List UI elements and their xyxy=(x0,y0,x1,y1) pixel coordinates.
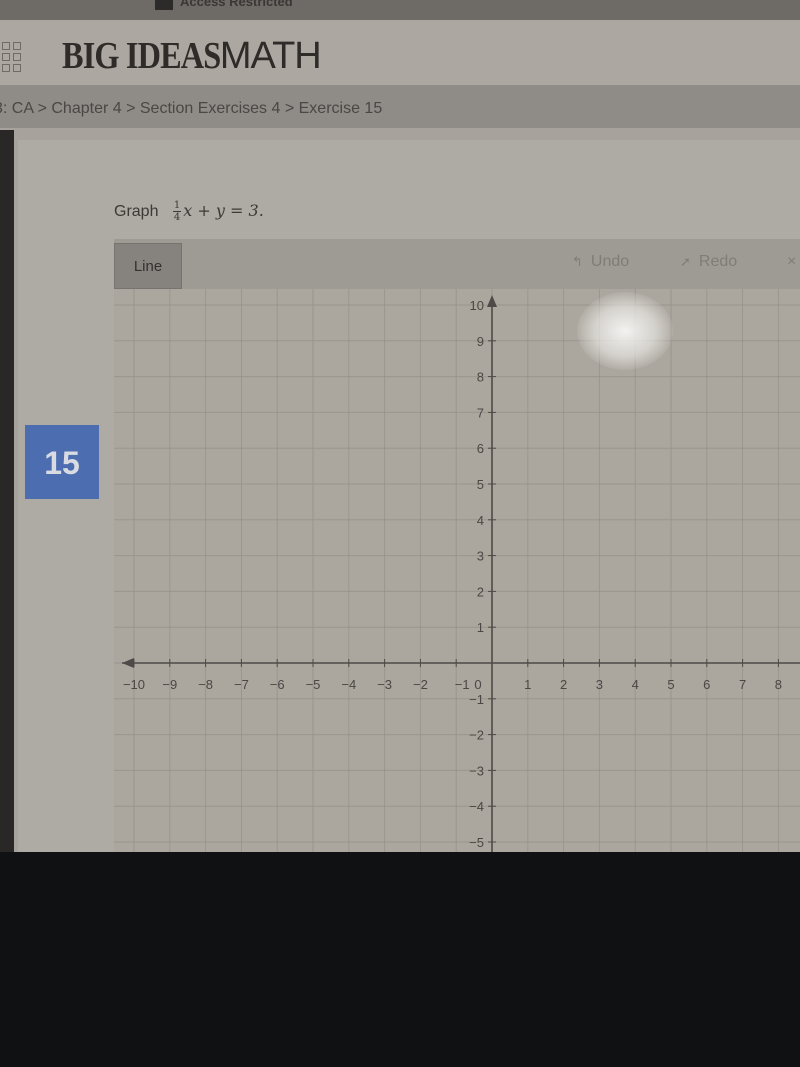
redo-arrow-icon: ➚ xyxy=(680,254,691,269)
equation-rest: x + y = 3. xyxy=(183,201,264,220)
x-tick-label: 8 xyxy=(775,677,782,692)
y-tick-label: 3 xyxy=(477,549,484,564)
x-tick-label: −1 xyxy=(455,677,470,692)
x-tick-label: −2 xyxy=(413,677,428,692)
x-tick-label: 4 xyxy=(632,677,639,692)
exercise-prompt: Graph 1 4 x + y = 3. xyxy=(114,200,264,223)
breadcrumb-item-current: Exercise 15 xyxy=(298,100,383,117)
coordinate-plane[interactable]: −10 −9 −8 −7 −6 −5 −4 −3 −2 −1 0 1 2 3 4 5 6 7 8 −5 −4 −3 −2 −1… xyxy=(114,289,800,852)
prompt-label: Graph xyxy=(114,203,159,220)
y-tick-label: −5 xyxy=(469,835,484,850)
exercise-number-badge: 15 xyxy=(25,425,99,499)
breadcrumb-item[interactable]: Chapter 4 xyxy=(51,100,121,117)
logo-light-text: MATH xyxy=(219,35,322,77)
breadcrumb-separator: > xyxy=(33,100,52,117)
close-icon: × xyxy=(787,253,797,270)
x-tick-label: −9 xyxy=(162,677,177,692)
x-tick-label: −7 xyxy=(234,677,249,692)
undo-arrow-icon: ↰ xyxy=(572,254,583,269)
big-ideas-math-logo[interactable]: BIG IDEAS MATH xyxy=(62,34,322,78)
breadcrumb-item[interactable]: Section Exercises 4 xyxy=(140,100,281,117)
y-tick-label: 2 xyxy=(477,584,484,599)
x-tick-label: −5 xyxy=(306,677,321,692)
y-tick-label: 7 xyxy=(477,405,484,420)
apps-grid-icon[interactable] xyxy=(2,42,28,78)
undo-button[interactable]: ↰ Undo xyxy=(572,253,629,271)
y-tick-label: −1 xyxy=(469,692,484,707)
y-tick-label: −3 xyxy=(469,763,484,778)
x-tick-label: −10 xyxy=(123,677,145,692)
graph-toolbar: Line ↰ Undo ➚ Redo × xyxy=(114,239,800,289)
equation: 1 4 x + y = 3. xyxy=(172,200,264,223)
x-tick-label: 6 xyxy=(703,677,710,692)
breadcrumb-separator: > xyxy=(121,100,140,117)
fraction-denominator: 4 xyxy=(173,212,181,223)
graph-svg[interactable]: −10 −9 −8 −7 −6 −5 −4 −3 −2 −1 0 1 2 3 4 5 6 7 8−5−4−3−2−1… xyxy=(114,289,800,852)
x-tick-label: −4 xyxy=(341,677,356,692)
y-tick-label: 9 xyxy=(477,334,484,349)
y-tick-label: −2 xyxy=(469,728,484,743)
redo-label: Redo xyxy=(698,253,738,270)
x-tick-label: 5 xyxy=(667,677,674,692)
x-tick-label: −8 xyxy=(198,677,213,692)
line-tool-button[interactable]: Line xyxy=(114,243,182,289)
x-tick-label: 0 xyxy=(474,677,481,692)
y-tick-label: 4 xyxy=(477,513,484,528)
x-tick-label: 3 xyxy=(596,677,603,692)
access-restricted-label: Access Restricted xyxy=(180,0,293,9)
screen-bezel-left xyxy=(0,130,14,852)
y-tick-label: −4 xyxy=(469,799,484,814)
x-tick-label: −3 xyxy=(377,677,392,692)
x-tick-label: 7 xyxy=(739,677,746,692)
y-tick-label: 10 xyxy=(470,298,484,313)
fraction-numerator: 1 xyxy=(172,200,182,212)
breadcrumb-item[interactable]: 3: CA xyxy=(0,100,33,117)
x-tick-label: 1 xyxy=(524,677,531,692)
fraction: 1 4 xyxy=(172,200,182,223)
x-axis-arrow-left xyxy=(122,658,134,668)
close-button[interactable]: × xyxy=(787,253,796,271)
y-tick-label: 8 xyxy=(477,370,484,385)
logo-bold-text: BIG IDEAS xyxy=(62,35,221,77)
app-screen: Access Restricted BIG IDEAS MATH 3: CA >… xyxy=(0,0,800,852)
y-tick-label: 6 xyxy=(477,441,484,456)
x-tick-label: 2 xyxy=(560,677,567,692)
y-tick-label: 1 xyxy=(477,620,484,635)
lock-icon xyxy=(155,0,173,10)
undo-label: Undo xyxy=(590,253,630,270)
x-tick-label: −6 xyxy=(270,677,285,692)
top-bar: Access Restricted xyxy=(0,0,800,20)
redo-button[interactable]: ➚ Redo xyxy=(680,253,737,271)
breadcrumb: 3: CA > Chapter 4 > Section Exercises 4 … xyxy=(0,86,800,128)
breadcrumb-separator: > xyxy=(280,100,299,117)
y-tick-label: 5 xyxy=(477,477,484,492)
